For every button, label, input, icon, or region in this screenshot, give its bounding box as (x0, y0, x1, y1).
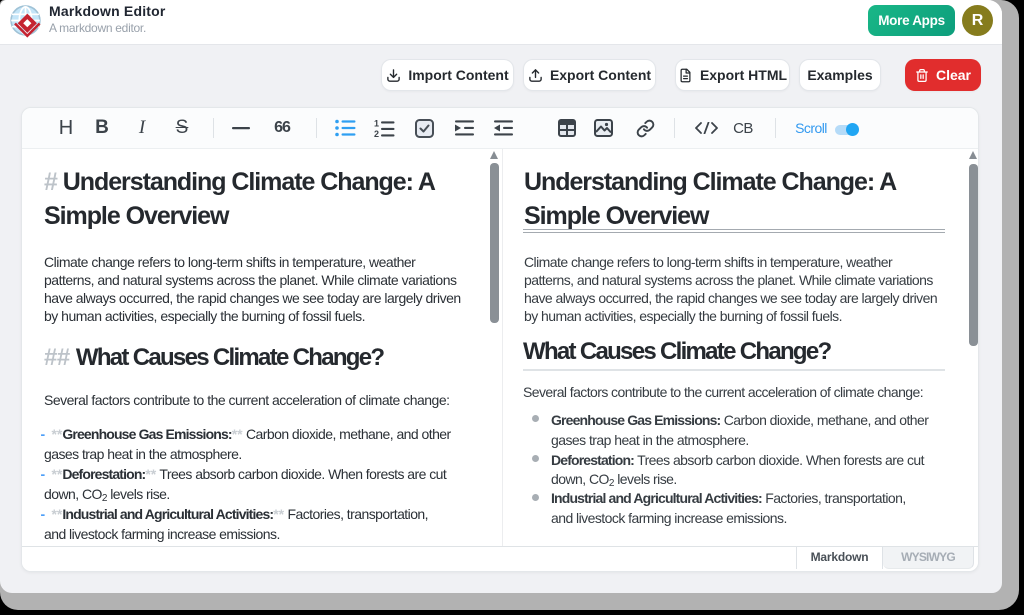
svg-text:1: 1 (374, 119, 379, 129)
svg-text:2: 2 (374, 129, 379, 138)
